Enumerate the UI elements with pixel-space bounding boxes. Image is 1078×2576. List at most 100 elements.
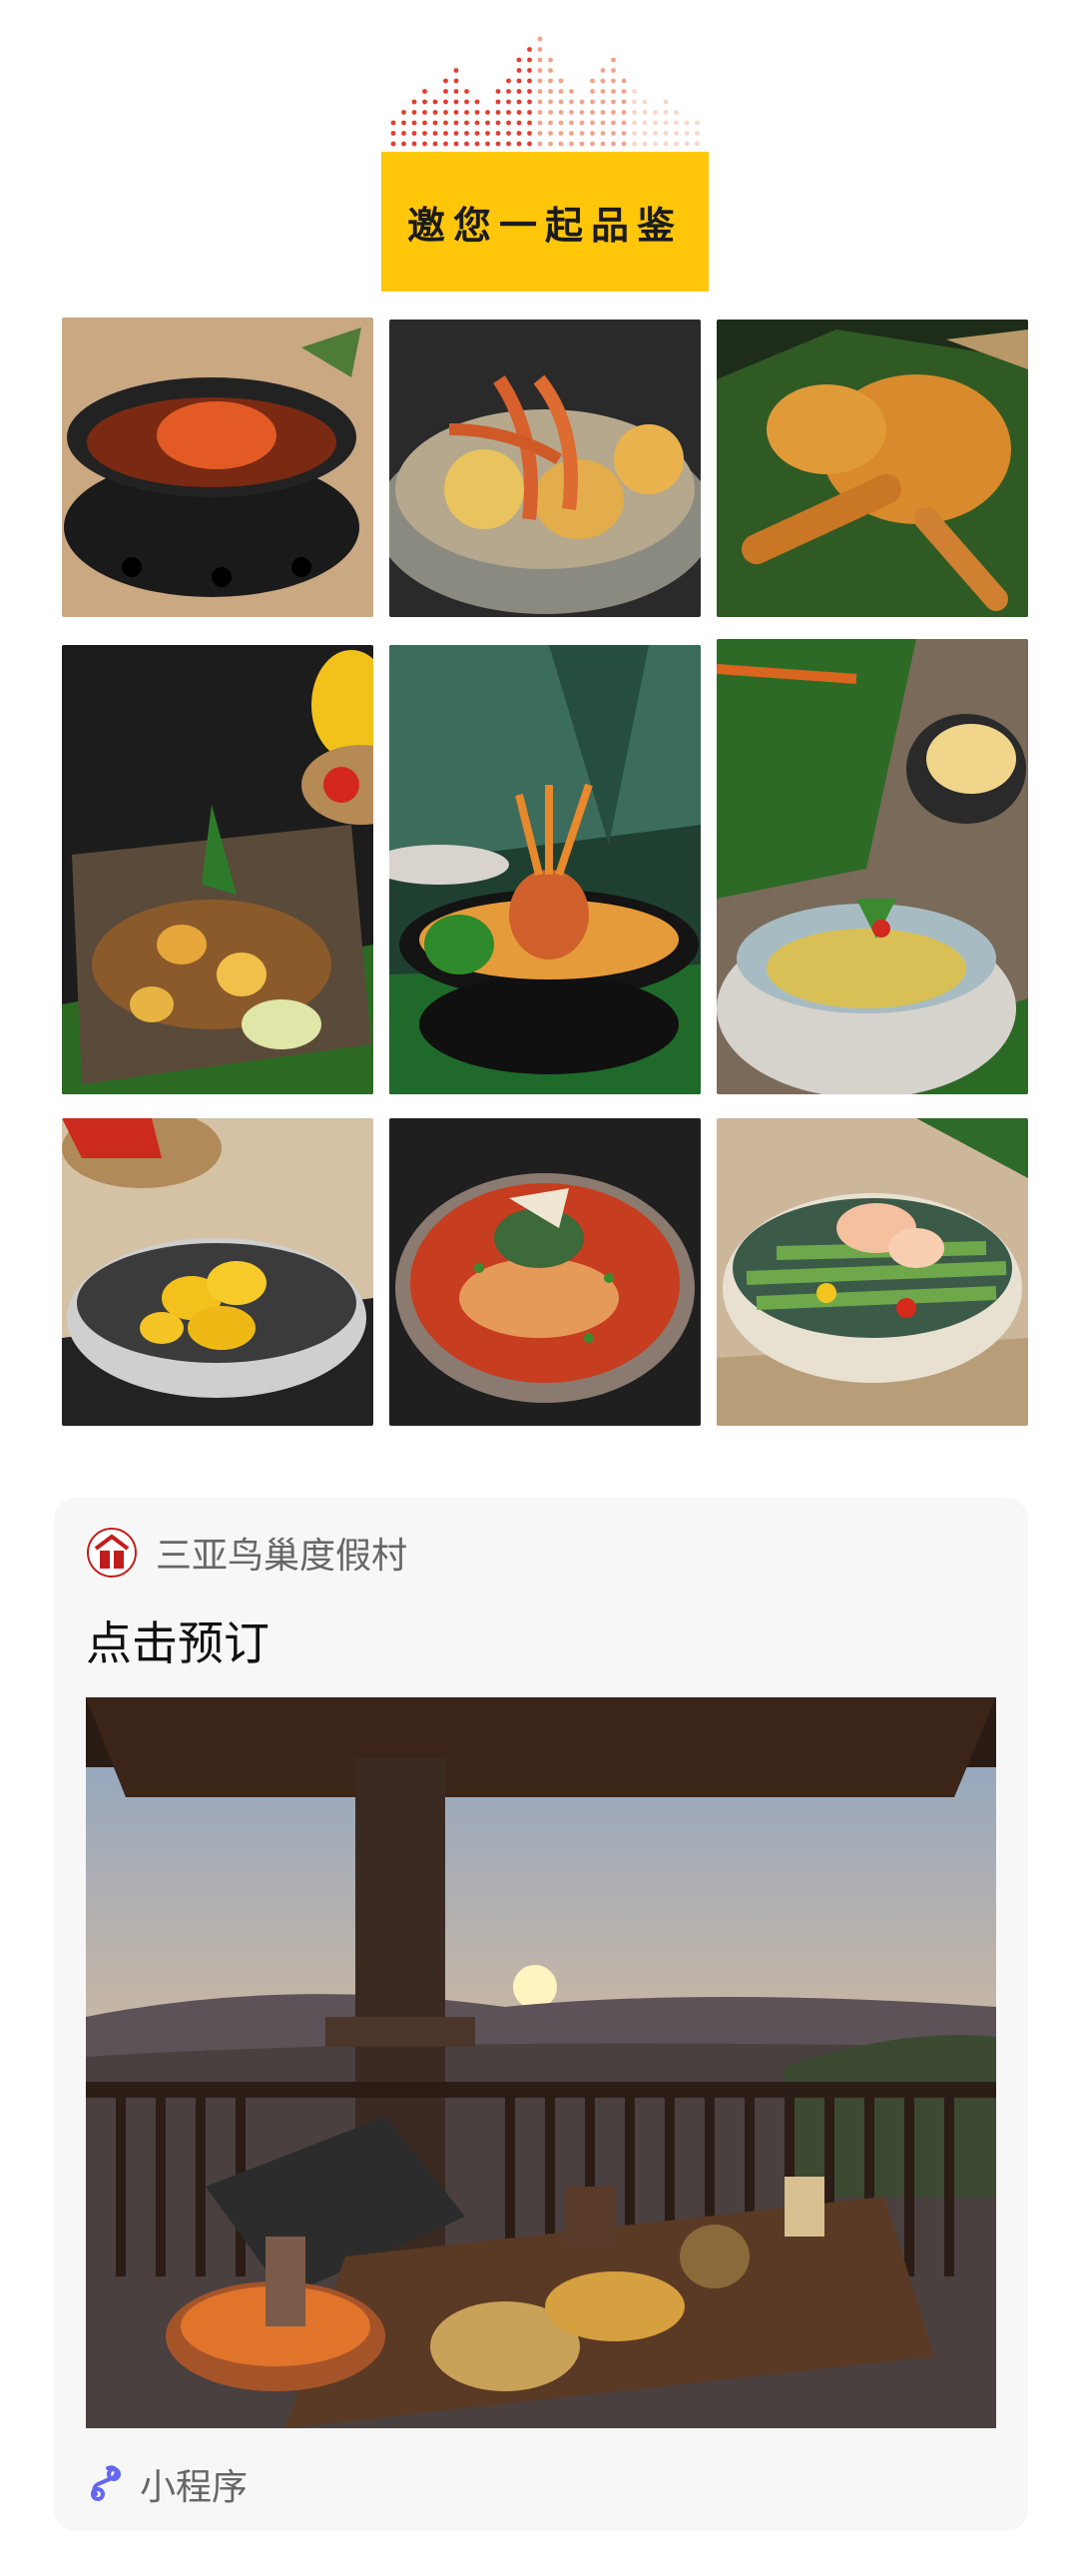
equalizer-dot: [422, 131, 427, 136]
equalizer-dot: [485, 141, 490, 147]
equalizer-dot: [695, 120, 700, 126]
equalizer-dot: [527, 131, 532, 136]
equalizer-dot: [548, 131, 553, 136]
equalizer-dot: [390, 141, 396, 147]
equalizer-dot: [411, 110, 417, 115]
dish-photo-pineapple[interactable]: [62, 1118, 373, 1426]
equalizer-dot: [474, 131, 480, 136]
equalizer-dot: [401, 120, 406, 126]
equalizer-dot: [695, 131, 700, 136]
equalizer-dot: [642, 141, 648, 147]
equalizer-dot: [569, 120, 574, 126]
dish-photo-crab[interactable]: [62, 318, 373, 617]
equalizer-dot: [464, 89, 469, 94]
card-title[interactable]: 点击预订: [86, 1608, 270, 1673]
equalizer-dot: [590, 120, 595, 126]
equalizer-dot: [516, 89, 522, 94]
mini-program-row: 小程序: [86, 2460, 248, 2508]
equalizer-dot: [432, 141, 438, 147]
equalizer-dot: [621, 141, 627, 147]
equalizer-dot: [548, 57, 553, 63]
equalizer-dot: [443, 131, 448, 136]
equalizer-dot: [611, 141, 616, 147]
equalizer-dot: [422, 120, 427, 126]
equalizer-dot: [390, 120, 396, 126]
equalizer-dot: [527, 89, 532, 94]
dish-photo-prawns[interactable]: [389, 320, 701, 617]
equalizer-dot: [443, 120, 448, 126]
equalizer-dot: [401, 141, 406, 147]
equalizer-dot: [537, 131, 543, 136]
equalizer-dot: [548, 89, 553, 94]
equalizer-dot: [695, 141, 700, 147]
equalizer-dot: [611, 120, 616, 126]
equalizer-dot: [642, 110, 648, 115]
equalizer-dot: [558, 110, 564, 115]
equalizer-dot: [485, 131, 490, 136]
equalizer-dot: [516, 68, 522, 73]
equalizer-dot: [632, 89, 637, 94]
equalizer-dot: [632, 141, 637, 147]
equalizer-dot: [663, 120, 669, 126]
dish-photo-stone-bowl[interactable]: [717, 639, 1028, 1094]
equalizer-dot: [653, 131, 658, 136]
equalizer-dot: [663, 131, 669, 136]
equalizer-dot: [558, 141, 564, 147]
equalizer-dot: [674, 120, 679, 126]
dish-photo-shrimp-asparagus[interactable]: [717, 1118, 1028, 1426]
equalizer-dot: [674, 131, 679, 136]
equalizer-dot: [632, 131, 637, 136]
equalizer-dot: [453, 131, 459, 136]
invite-text: 邀您一起品鉴: [406, 203, 683, 248]
equalizer-dot: [621, 120, 627, 126]
equalizer-dot: [674, 110, 679, 115]
equalizer-dot: [537, 47, 543, 52]
equalizer-dot: [611, 99, 616, 105]
equalizer-dot: [548, 110, 553, 115]
resort-logo-icon: [86, 1527, 138, 1579]
equalizer-dot: [527, 68, 532, 73]
equalizer-dot: [663, 110, 669, 115]
equalizer-dot: [579, 131, 585, 136]
equalizer-dot: [516, 120, 522, 126]
mini-program-icon: [91, 2465, 121, 2501]
equalizer-dot: [506, 89, 511, 94]
equalizer-dot: [632, 120, 637, 126]
equalizer-dot: [632, 110, 637, 115]
sunset-terrace-image[interactable]: [86, 1697, 996, 2428]
equalizer-dot: [537, 89, 543, 94]
equalizer-dot: [495, 120, 501, 126]
equalizer-dot: [401, 131, 406, 136]
equalizer-dot: [558, 89, 564, 94]
dish-photo-lobster-pot[interactable]: [389, 645, 701, 1094]
equalizer-dot: [537, 99, 543, 105]
equalizer-dot: [590, 131, 595, 136]
equalizer-dot: [443, 99, 448, 105]
equalizer-dot: [527, 99, 532, 105]
equalizer-dot: [611, 110, 616, 115]
equalizer-dot: [611, 57, 616, 63]
equalizer-dot: [527, 78, 532, 84]
equalizer-dot: [401, 110, 406, 115]
equalizer-dot: [590, 89, 595, 94]
equalizer-dot: [632, 99, 637, 105]
equalizer-dot: [411, 99, 417, 105]
equalizer-dot: [474, 99, 480, 105]
equalizer-dot: [684, 131, 690, 136]
equalizer-dot: [674, 141, 679, 147]
equalizer-dot: [663, 141, 669, 147]
equalizer-dot: [537, 68, 543, 73]
equalizer-dot: [569, 89, 574, 94]
equalizer-dot: [579, 141, 585, 147]
mini-program-card[interactable]: 三亚鸟巢度假村 点击预订 小程序: [54, 1498, 1028, 2531]
equalizer-dot: [611, 68, 616, 73]
equalizer-dot: [516, 99, 522, 105]
equalizer-dot: [537, 78, 543, 84]
dish-photo-chicken[interactable]: [717, 320, 1028, 617]
equalizer-dot: [506, 131, 511, 136]
dish-photo-fish-soup[interactable]: [389, 1118, 701, 1426]
equalizer-dot: [453, 89, 459, 94]
equalizer-dot: [537, 36, 543, 42]
equalizer-dot: [600, 120, 606, 126]
dish-photo-stir-fry[interactable]: [62, 645, 373, 1094]
